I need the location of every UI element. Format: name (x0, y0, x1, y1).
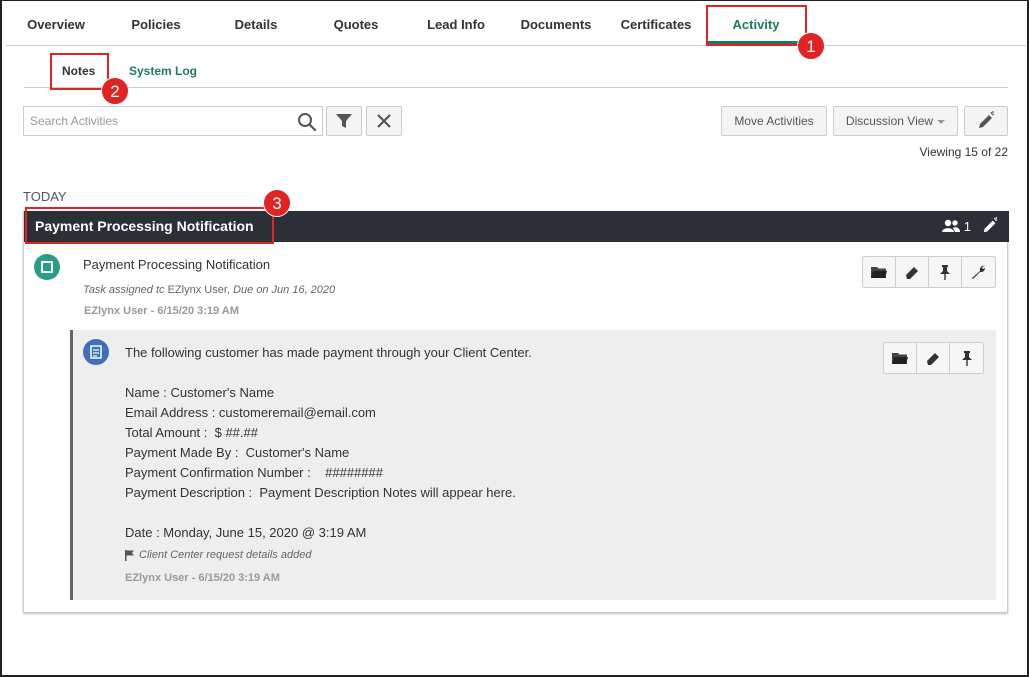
note-email: Email Address : customeremail@email.com (125, 405, 376, 420)
tab-quotes[interactable]: Quotes (306, 6, 406, 44)
new-note-button[interactable] (964, 106, 1008, 136)
pin-icon (961, 351, 972, 366)
note-made-by: Payment Made By : Customer's Name (125, 445, 350, 460)
discussion-view-dropdown[interactable]: Discussion View (833, 106, 958, 136)
note-flag-text: Client Center request details added (139, 549, 312, 561)
note-intro: The following customer has made payment … (125, 345, 532, 360)
close-icon (377, 114, 391, 128)
pin-button[interactable] (950, 343, 983, 373)
annotation-badge-3: 3 (263, 189, 291, 217)
move-to-folder-button[interactable] (884, 343, 917, 373)
tab-policies[interactable]: Policies (106, 6, 206, 44)
note-entry: The following customer has made payment … (70, 330, 996, 600)
settings-button[interactable] (962, 257, 995, 287)
note-body: The following customer has made payment … (125, 343, 532, 543)
pin-button[interactable] (929, 257, 962, 287)
note-flag: Client Center request details added (125, 549, 311, 561)
wrench-icon (971, 265, 985, 279)
task-title: Payment Processing Notification (83, 257, 271, 272)
search-icon[interactable] (297, 112, 317, 132)
edit-button[interactable] (917, 343, 950, 373)
annotation-badge-1: 1 (797, 32, 825, 60)
filter-button[interactable] (326, 106, 362, 136)
document-icon (83, 339, 109, 365)
task-meta: Task assigned tc EZlynx User, Due on Jun… (83, 284, 335, 296)
search-input[interactable] (24, 107, 284, 135)
clear-button[interactable] (366, 106, 402, 136)
participants-count: 1 (963, 218, 971, 234)
eraser-icon (906, 267, 918, 279)
task-actions (862, 256, 996, 288)
subtab-system-log[interactable]: System Log (129, 64, 197, 78)
note-description: Payment Description : Payment Descriptio… (125, 485, 516, 500)
note-date: Date : Monday, June 15, 2020 @ 3:19 AM (125, 525, 367, 540)
edit-pen-icon[interactable] (981, 217, 999, 235)
tab-lead-info[interactable]: Lead Info (406, 6, 506, 44)
folder-icon (871, 267, 887, 278)
activity-header-title: Payment Processing Notification (35, 218, 254, 234)
flag-icon (125, 549, 134, 561)
tab-details[interactable]: Details (206, 6, 306, 44)
activity-header-actions: 1 (941, 217, 999, 235)
annotation-badge-2: 2 (101, 77, 129, 105)
task-author: EZlynx User - 6/15/20 3:19 AM (84, 305, 239, 317)
note-confirmation: Payment Confirmation Number : ######## (125, 465, 383, 480)
subtab-notes[interactable]: Notes (62, 64, 95, 78)
task-assigned-user: EZlynx User, (167, 284, 230, 296)
pin-icon (940, 265, 950, 280)
activity-header[interactable]: Payment Processing Notification 1 (24, 211, 1009, 242)
note-author: EZlynx User - 6/15/20 3:19 AM (125, 572, 280, 584)
note-actions (883, 342, 984, 374)
task-due: Due on Jun 16, 2020 (233, 284, 336, 296)
tab-overview[interactable]: Overview (6, 6, 106, 44)
tab-certificates[interactable]: Certificates (606, 6, 706, 44)
move-activities-button[interactable]: Move Activities (721, 106, 827, 136)
chevron-down-icon (937, 119, 946, 124)
activity-card: Payment Processing Notification 1 Paymen… (23, 211, 1009, 613)
edit-button[interactable] (896, 257, 929, 287)
discussion-view-label: Discussion View (845, 114, 934, 128)
viewing-count: Viewing 15 of 22 (919, 145, 1008, 159)
filter-icon (336, 114, 352, 128)
participants[interactable]: 1 (941, 219, 971, 234)
tab-activity[interactable]: Activity (706, 6, 806, 44)
move-to-folder-button[interactable] (863, 257, 896, 287)
note-amount: Total Amount : $ ##.## (125, 425, 258, 440)
edit-pen-icon (979, 111, 995, 128)
note-name: Name : Customer's Name (125, 385, 275, 400)
main-tabs: Overview Policies Details Quotes Lead In… (6, 6, 1026, 46)
task-assigned-prefix: Task assigned tc (83, 284, 165, 296)
search-box (23, 106, 323, 136)
section-label-today: TODAY (23, 189, 67, 204)
tab-documents[interactable]: Documents (506, 6, 606, 44)
sub-tabs: Notes System Log (24, 52, 1008, 88)
users-icon (941, 219, 960, 232)
eraser-icon (927, 353, 939, 365)
folder-icon (892, 353, 908, 364)
task-status-icon[interactable] (34, 254, 60, 280)
